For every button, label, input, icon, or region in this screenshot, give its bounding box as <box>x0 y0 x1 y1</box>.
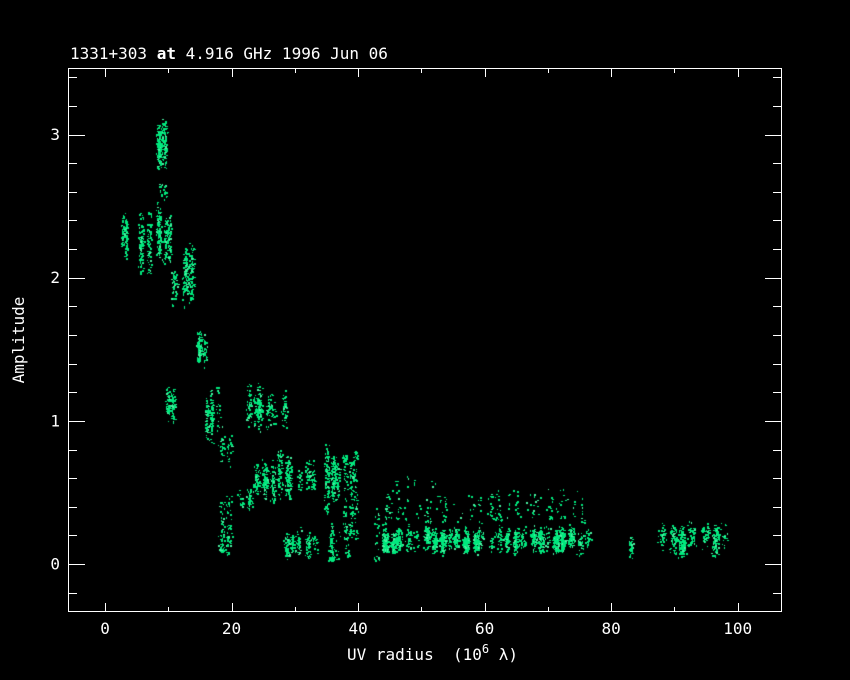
x-axis-label-exponent: 6 <box>482 642 489 656</box>
y-tick-label: 3 <box>50 125 60 144</box>
x-axis-label-base: UV radius (10 <box>347 645 482 664</box>
x-axis-label: UV radius (106 λ) <box>347 642 518 664</box>
x-tick-label: 0 <box>100 619 110 638</box>
title-source: 1331+303 <box>70 44 157 63</box>
y-axis-label: Amplitude <box>9 297 28 384</box>
y-tick-label: 0 <box>50 555 60 574</box>
plot-axes: 0 20 40 60 80 100 0 1 2 3 1331+303 at 4.916 GHz … <box>0 0 850 680</box>
x-tick-label: 60 <box>475 619 494 638</box>
y-tick-label: 2 <box>50 268 60 287</box>
y-axis-tick-labels: 0 1 2 3 <box>50 125 60 573</box>
plot-frame <box>69 69 782 612</box>
plot-title: 1331+303 at 4.916 GHz 1996 Jun 06 <box>70 44 388 63</box>
title-at: at <box>157 44 176 63</box>
x-tick-label: 40 <box>348 619 367 638</box>
x-tick-label: 20 <box>222 619 241 638</box>
x-axis-label-lambda-suffix: λ) <box>489 645 518 664</box>
x-axis-tick-labels: 0 20 40 60 80 100 <box>100 619 752 638</box>
x-tick-label: 100 <box>723 619 752 638</box>
uv-amplitude-plot-window: 0 20 40 60 80 100 0 1 2 3 1331+303 at 4.916 GHz … <box>0 0 850 680</box>
y-tick-label: 1 <box>50 411 60 430</box>
title-freq-date: 4.916 GHz 1996 Jun 06 <box>176 44 388 63</box>
axis-ticks <box>68 68 782 612</box>
x-tick-label: 80 <box>602 619 621 638</box>
